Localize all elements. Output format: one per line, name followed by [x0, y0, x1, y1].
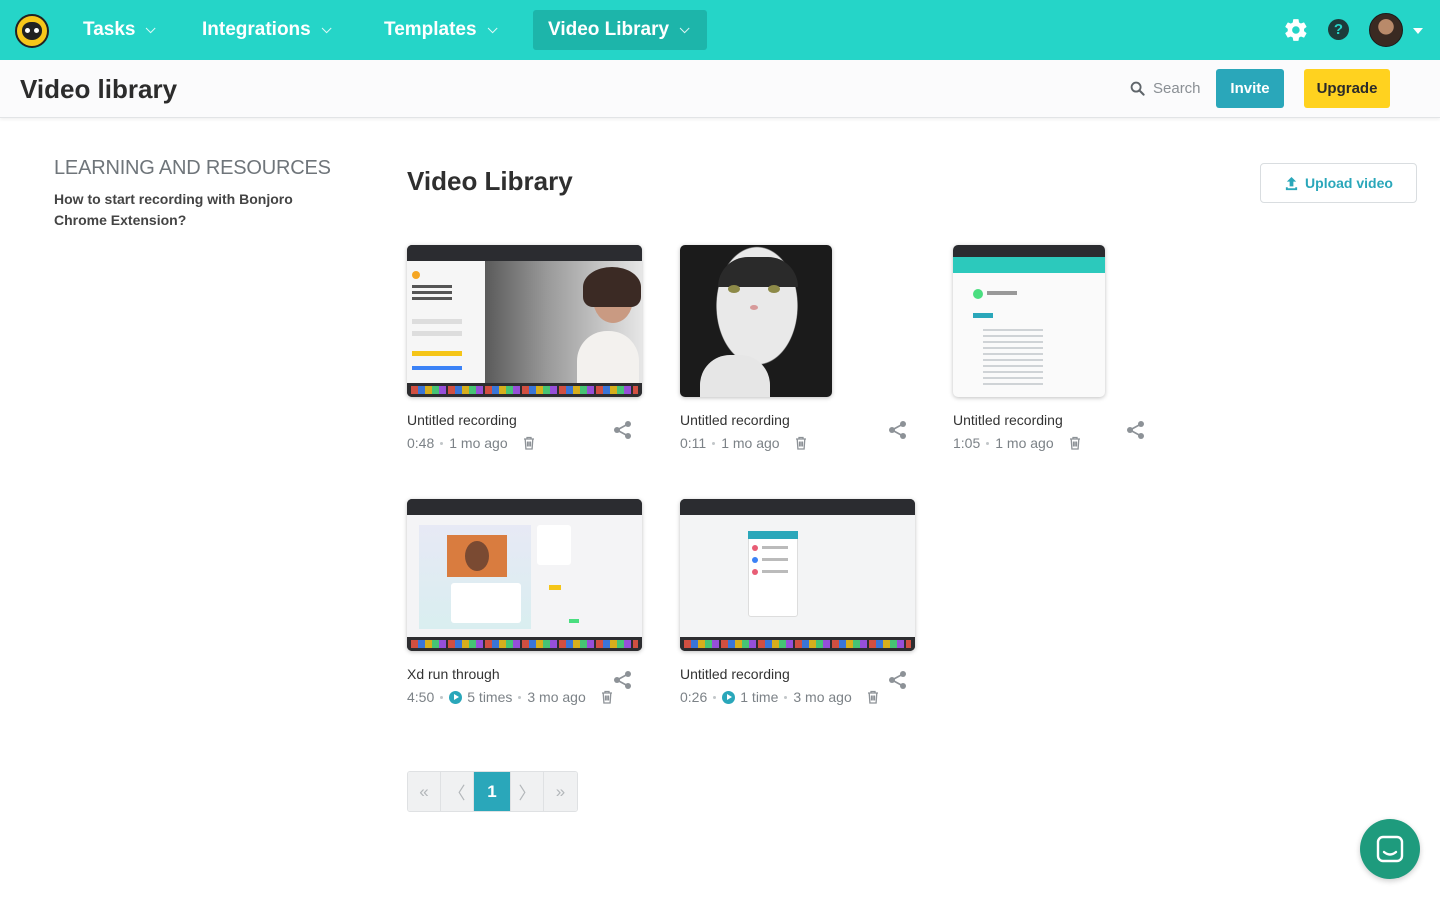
video-duration: 0:48	[407, 435, 435, 451]
page-last-button[interactable]: »	[544, 772, 577, 811]
upload-icon	[1285, 176, 1298, 190]
gear-icon[interactable]	[1283, 17, 1309, 43]
upload-video-button[interactable]: Upload video	[1260, 163, 1417, 203]
video-meta: 4:50 5 times 3 mo ago	[407, 689, 613, 705]
avatar[interactable]	[1369, 13, 1403, 47]
page-next-button[interactable]: 〉	[511, 772, 544, 811]
nav-video-library-label: Video Library	[548, 19, 670, 40]
video-meta: 0:48 1 mo ago	[407, 435, 535, 451]
trash-icon[interactable]	[795, 436, 807, 450]
share-icon[interactable]	[888, 420, 908, 440]
upload-video-label: Upload video	[1305, 175, 1393, 191]
video-duration: 0:11	[680, 435, 707, 451]
video-duration: 0:26	[680, 689, 708, 705]
video-title[interactable]: Xd run through	[407, 666, 500, 682]
nav-tasks[interactable]: Tasks	[68, 10, 167, 50]
resources-heading: LEARNING AND RESOURCES	[54, 157, 331, 179]
chevron-down-icon	[321, 22, 332, 33]
video-views: 1 time	[740, 689, 779, 705]
video-views: 5 times	[467, 689, 513, 705]
video-title[interactable]: Untitled recording	[407, 412, 517, 428]
trash-icon[interactable]	[601, 690, 613, 704]
help-glyph: ?	[1333, 21, 1344, 38]
video-age: 1 mo ago	[995, 435, 1054, 451]
pagination: « 〈 1 〉 »	[407, 771, 578, 812]
page-title: Video library	[20, 74, 178, 104]
play-icon	[722, 690, 736, 704]
chat-icon	[1376, 835, 1404, 863]
help-icon[interactable]: ?	[1328, 19, 1349, 40]
play-icon	[449, 690, 463, 704]
video-duration: 4:50	[407, 689, 435, 705]
video-meta: 0:11 1 mo ago	[680, 435, 807, 451]
caret-down-icon[interactable]	[1413, 28, 1423, 34]
video-age: 3 mo ago	[793, 689, 852, 705]
trash-icon[interactable]	[523, 436, 535, 450]
video-thumbnail[interactable]	[407, 245, 642, 397]
share-icon[interactable]	[1126, 420, 1146, 440]
trash-icon[interactable]	[1069, 436, 1081, 450]
nav-video-library[interactable]: Video Library	[533, 10, 707, 50]
video-thumbnail[interactable]	[680, 499, 915, 651]
video-age: 1 mo ago	[449, 435, 508, 451]
upgrade-button[interactable]: Upgrade	[1304, 69, 1390, 108]
page-current-button[interactable]: 1	[474, 772, 511, 811]
chevron-down-icon	[487, 22, 498, 33]
chevron-down-icon	[679, 22, 690, 33]
video-duration: 1:05	[953, 435, 981, 451]
page-header: Video library Search Invite Upgrade	[0, 60, 1440, 118]
invite-button[interactable]: Invite	[1216, 69, 1284, 108]
resource-link[interactable]: How to start recording with Bonjoro Chro…	[54, 189, 304, 231]
nav-integrations[interactable]: Integrations	[187, 10, 343, 50]
video-thumbnail[interactable]	[407, 499, 642, 651]
share-icon[interactable]	[613, 670, 633, 690]
nav-templates-label: Templates	[384, 19, 477, 40]
library-title: Video Library	[407, 166, 573, 196]
share-icon[interactable]	[613, 420, 633, 440]
trash-icon[interactable]	[867, 690, 879, 704]
search-box[interactable]: Search	[1130, 80, 1201, 97]
video-thumbnail[interactable]	[680, 245, 832, 397]
page-first-button[interactable]: «	[408, 772, 441, 811]
top-navigation: Tasks Integrations Templates Video Libra…	[0, 0, 1440, 60]
nav-tasks-label: Tasks	[83, 19, 136, 40]
nav-integrations-label: Integrations	[202, 19, 311, 40]
search-icon	[1130, 81, 1145, 96]
nav-templates[interactable]: Templates	[369, 10, 509, 50]
video-age: 3 mo ago	[527, 689, 586, 705]
share-icon[interactable]	[888, 670, 908, 690]
page-prev-button[interactable]: 〈	[441, 772, 474, 811]
video-meta: 0:26 1 time 3 mo ago	[680, 689, 879, 705]
video-title[interactable]: Untitled recording	[953, 412, 1063, 428]
chat-launcher-button[interactable]	[1360, 819, 1420, 879]
video-title[interactable]: Untitled recording	[680, 412, 790, 428]
video-age: 1 mo ago	[721, 435, 780, 451]
video-title[interactable]: Untitled recording	[680, 666, 790, 682]
chevron-down-icon	[146, 22, 157, 33]
search-label: Search	[1153, 80, 1201, 97]
bonjoro-logo-icon[interactable]	[15, 14, 49, 48]
video-thumbnail[interactable]	[953, 245, 1105, 397]
video-meta: 1:05 1 mo ago	[953, 435, 1081, 451]
